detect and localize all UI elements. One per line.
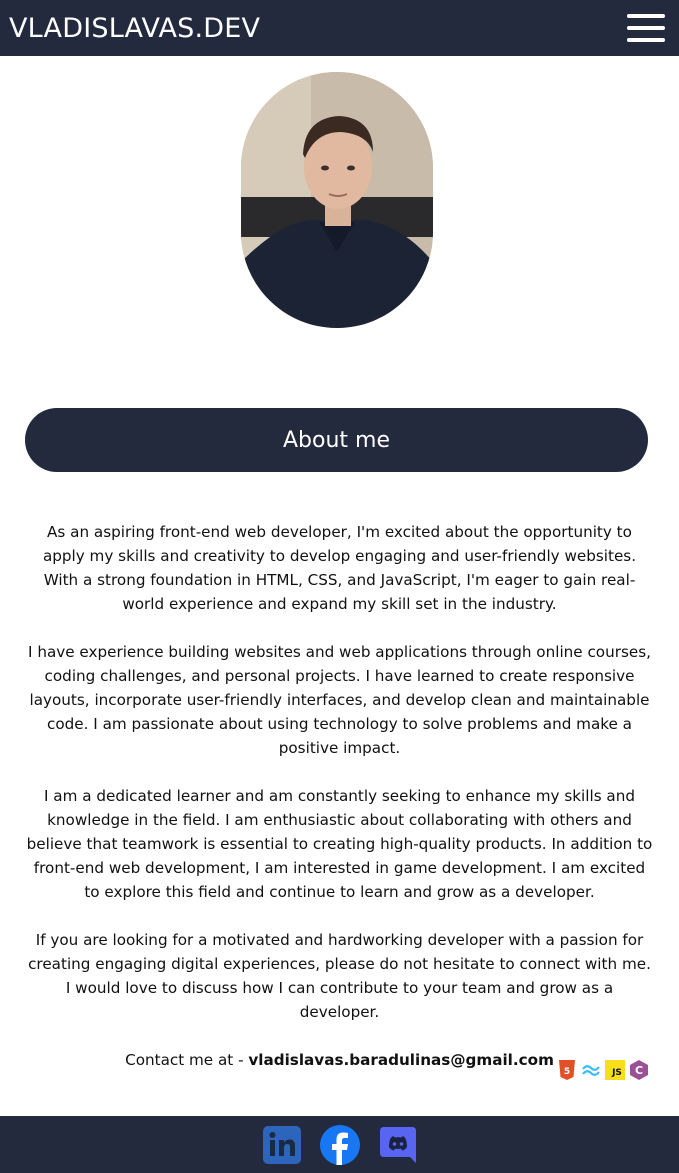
html5-icon: 5 xyxy=(557,1060,577,1080)
site-brand[interactable]: VLADISLAVAS.DEV xyxy=(9,13,260,44)
hamburger-line xyxy=(627,38,665,42)
javascript-icon: JS xyxy=(605,1060,625,1080)
facebook-icon[interactable] xyxy=(319,1124,360,1165)
linkedin-icon[interactable] xyxy=(262,1125,302,1165)
hamburger-icon[interactable] xyxy=(627,12,665,44)
profile-photo xyxy=(241,72,433,328)
csharp-label: C xyxy=(635,1064,643,1077)
about-me-button[interactable]: About me xyxy=(25,408,648,472)
csharp-icon: C xyxy=(629,1060,649,1080)
about-paragraph: If you are looking for a motivated and h… xyxy=(28,931,651,1021)
about-section: As an aspiring front-end web developer, … xyxy=(25,520,654,1072)
about-paragraph: I am a dedicated learner and am constant… xyxy=(26,787,653,901)
top-navbar: VLADISLAVAS.DEV xyxy=(0,0,679,56)
discord-icon[interactable] xyxy=(378,1125,418,1165)
contact-email[interactable]: vladislavas.baradulinas@gmail.com xyxy=(248,1051,554,1069)
about-paragraph: I have experience building websites and … xyxy=(28,643,651,757)
tailwind-icon xyxy=(581,1060,601,1080)
profile-photo-illustration xyxy=(241,72,433,328)
contact-prefix: Contact me at - xyxy=(125,1051,249,1069)
tech-stack-icons: 5 JS C xyxy=(557,1060,649,1080)
about-paragraph: As an aspiring front-end web developer, … xyxy=(42,523,637,613)
html5-label: 5 xyxy=(564,1067,570,1077)
javascript-label: JS xyxy=(612,1068,622,1078)
hamburger-line xyxy=(627,14,665,18)
hamburger-line xyxy=(627,26,665,30)
footer xyxy=(0,1116,679,1173)
